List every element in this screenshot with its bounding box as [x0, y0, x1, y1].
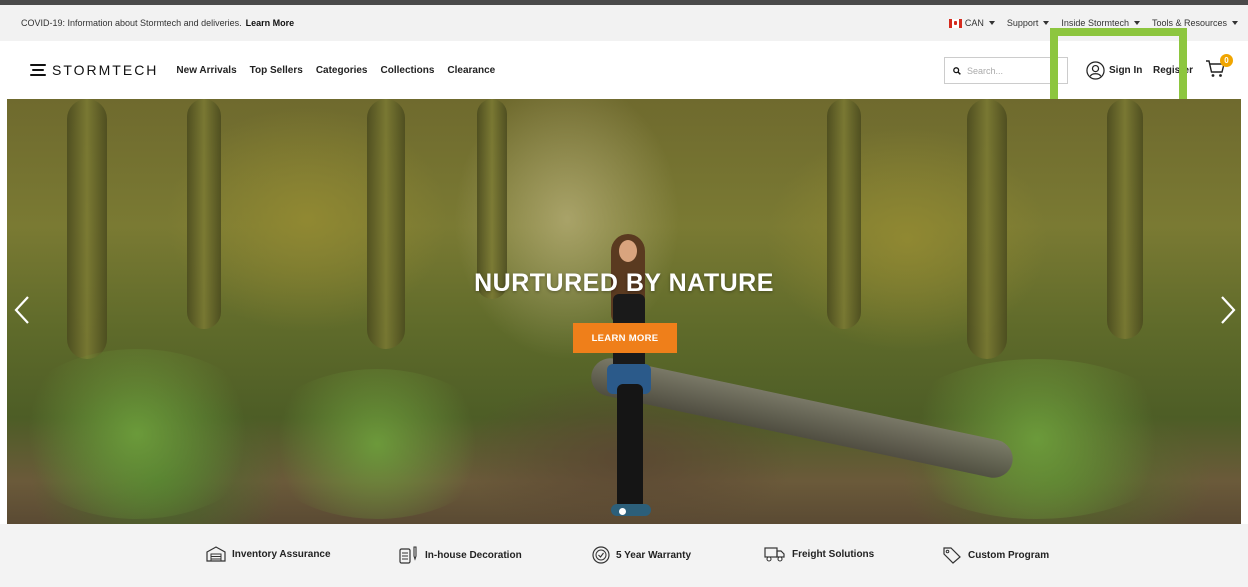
learn-more-link[interactable]: Learn More	[246, 18, 295, 28]
chevron-down-icon	[1232, 21, 1238, 25]
nav-collections[interactable]: Collections	[381, 65, 435, 76]
nav-top-sellers[interactable]: Top Sellers	[250, 65, 303, 76]
brand-name: STORMTECH	[52, 62, 159, 78]
site-header: STORMTECH New Arrivals Top Sellers Categ…	[0, 41, 1248, 99]
chevron-down-icon	[1043, 21, 1050, 25]
canada-flag-icon	[948, 18, 962, 28]
country-selector[interactable]: CAN	[948, 18, 995, 28]
cart-count-badge: 0	[1220, 54, 1233, 67]
scenery-trunk	[1107, 99, 1143, 339]
scenery-trunk	[967, 99, 1007, 359]
features-bar: Inventory Assurance In-house Decoration …	[0, 524, 1248, 587]
support-menu[interactable]: Support	[1007, 18, 1050, 28]
learn-more-button[interactable]: LEARN MORE	[573, 323, 677, 353]
feature-freight-solutions[interactable]: Freight Solutions	[764, 546, 874, 562]
scenery-trunk	[367, 99, 405, 349]
utility-nav: CAN Support Inside Stormtech Tools & Res…	[948, 18, 1238, 28]
feature-5-year-warranty[interactable]: 5 Year Warranty	[592, 546, 691, 564]
inside-stormtech-menu[interactable]: Inside Stormtech	[1061, 18, 1140, 28]
feature-inventory-assurance[interactable]: Inventory Assurance	[206, 546, 331, 562]
cart-button[interactable]: 0	[1205, 54, 1233, 83]
feature-custom-program[interactable]: Custom Program	[942, 546, 1049, 564]
nav-categories[interactable]: Categories	[316, 65, 368, 76]
warehouse-icon	[206, 546, 226, 562]
tag-icon	[943, 547, 961, 564]
announcement-bar: COVID-19: Information about Stormtech an…	[0, 5, 1248, 41]
search-input[interactable]	[967, 65, 1067, 76]
tools-resources-menu[interactable]: Tools & Resources	[1152, 18, 1238, 28]
stormtech-logo-icon	[30, 63, 46, 77]
sign-in-link[interactable]: Sign In	[1086, 61, 1142, 80]
nav-new-arrivals[interactable]: New Arrivals	[176, 65, 236, 76]
chevron-down-icon	[1133, 21, 1140, 25]
scenery-fern	[257, 369, 497, 519]
announcement-text: COVID-19: Information about Stormtech an…	[21, 18, 295, 28]
chevron-down-icon	[988, 21, 995, 25]
brand-logo[interactable]: STORMTECH	[30, 62, 158, 78]
scenery-fern	[7, 349, 267, 519]
search-icon	[953, 66, 961, 75]
decoration-icon	[399, 546, 417, 564]
warranty-icon	[592, 546, 610, 564]
search-box[interactable]	[944, 57, 1068, 84]
carousel-next-icon[interactable]	[1217, 295, 1239, 325]
main-nav: New Arrivals Top Sellers Categories Coll…	[176, 65, 495, 76]
register-link[interactable]: Register	[1153, 65, 1193, 76]
carousel-prev-icon[interactable]	[11, 295, 33, 325]
nav-clearance[interactable]: Clearance	[447, 65, 495, 76]
scenery-trunk	[67, 99, 107, 359]
hero-title: NURTURED BY NATURE	[474, 269, 774, 297]
hero-banner: NURTURED BY NATURE LEARN MORE	[7, 99, 1241, 524]
user-icon	[1086, 61, 1105, 80]
feature-in-house-decoration[interactable]: In-house Decoration	[399, 546, 522, 564]
carousel-dot[interactable]	[619, 508, 626, 515]
truck-icon	[764, 547, 785, 562]
